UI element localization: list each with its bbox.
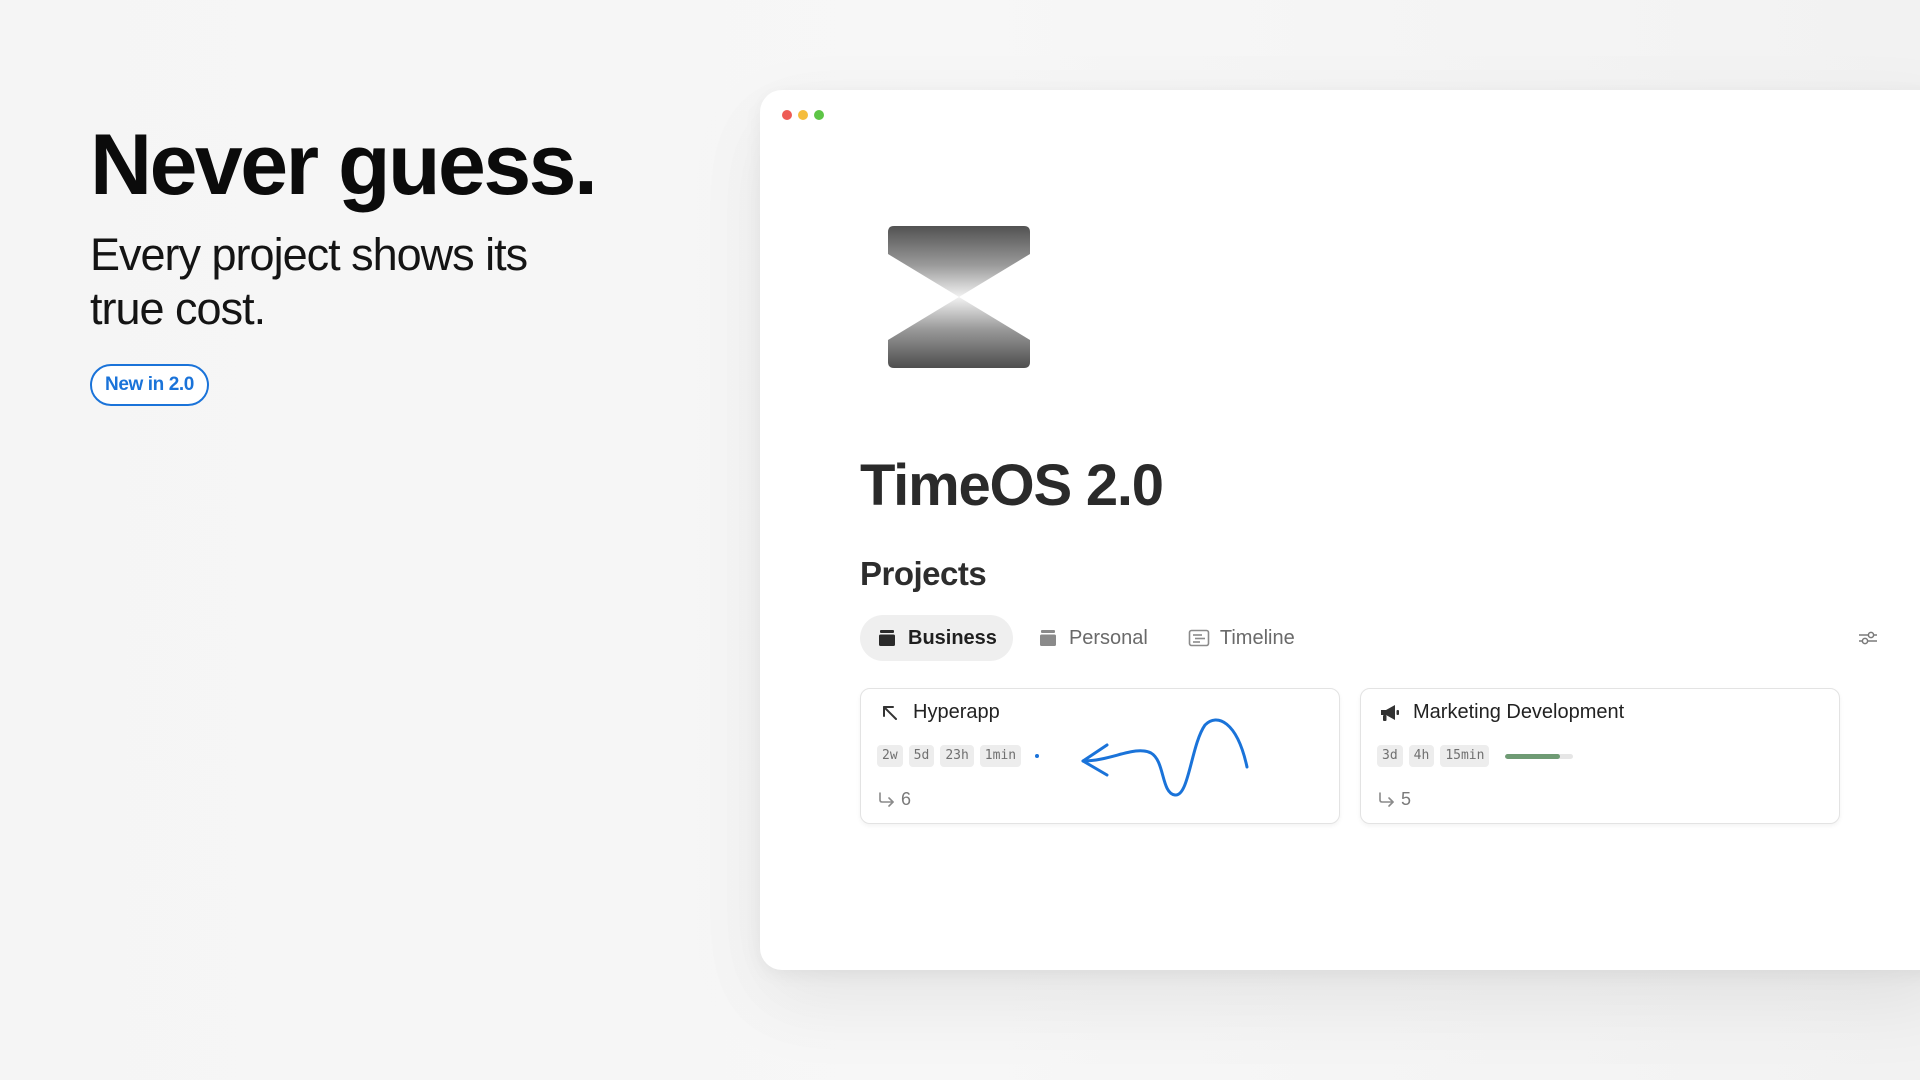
time-chip: 23h (940, 745, 974, 767)
time-chip: 5d (908, 745, 935, 767)
projects-heading: Projects (860, 555, 987, 592)
status-dot (1035, 754, 1040, 758)
timeline-icon (1188, 627, 1210, 649)
progress-bar (1505, 753, 1574, 759)
subtask-count: 5 (1377, 789, 1411, 810)
time-chip: 3d (1377, 745, 1403, 767)
subtask-count-value: 6 (901, 789, 912, 809)
card-header: Marketing Development (1379, 701, 1624, 724)
time-chip: 4h (1408, 745, 1435, 767)
card-title: Hyperapp (913, 701, 1000, 723)
subtask-count: 6 (877, 789, 911, 810)
close-window-button[interactable] (782, 110, 792, 120)
tab-label: Personal (1068, 626, 1148, 649)
subtask-arrow-icon (879, 791, 894, 807)
app-title: TimeOS 2.0 (860, 453, 1164, 518)
hero-section: Never guess. Every project shows its tru… (90, 117, 650, 407)
window-controls (782, 110, 824, 120)
project-tabs: Business Personal Timeline (860, 615, 1311, 661)
arrow-up-left-icon (879, 702, 901, 724)
tab-business[interactable]: Business (860, 615, 1013, 661)
subtask-arrow-icon (1379, 791, 1394, 807)
app-window: TimeOS 2.0 Projects Business Personal Ti… (760, 90, 1920, 970)
hand-drawn-arrow (1081, 718, 1249, 797)
hero-title: Never guess. (90, 117, 598, 213)
progress-fill (1505, 753, 1560, 759)
time-chips: 3d 4h 15min (1377, 745, 1574, 767)
tray-icon (1037, 627, 1059, 649)
tab-label: Business (908, 626, 997, 649)
project-cards: Hyperapp 2w 5d 23h 1min 6 Marketing Deve… (860, 688, 1840, 824)
time-chips: 2w 5d 23h 1min (877, 745, 1040, 767)
tab-label: Timeline (1219, 626, 1295, 649)
tab-personal[interactable]: Personal (1021, 615, 1164, 661)
time-chip: 1min (979, 745, 1022, 767)
subtask-count-value: 5 (1401, 789, 1412, 809)
project-card-hyperapp[interactable]: Hyperapp 2w 5d 23h 1min 6 (860, 688, 1340, 824)
zoom-window-button[interactable] (814, 110, 824, 120)
project-card-marketing-development[interactable]: Marketing Development 3d 4h 15min 5 (1360, 688, 1840, 824)
page: Never guess. Every project shows its tru… (0, 0, 1920, 1080)
time-chip: 15min (1440, 745, 1490, 767)
hourglass-logo-icon (888, 226, 1030, 368)
tray-icon (876, 627, 898, 649)
minimize-window-button[interactable] (798, 110, 808, 120)
hero-subtitle: Every project shows its true cost. (90, 229, 528, 335)
megaphone-icon (1379, 702, 1401, 724)
card-title: Marketing Development (1413, 701, 1625, 723)
time-chip: 2w (877, 745, 903, 767)
tab-timeline[interactable]: Timeline (1172, 615, 1311, 661)
new-version-badge: New in 2.0 (90, 364, 209, 407)
sliders-icon[interactable] (1856, 626, 1880, 650)
card-header: Hyperapp (879, 701, 1000, 724)
